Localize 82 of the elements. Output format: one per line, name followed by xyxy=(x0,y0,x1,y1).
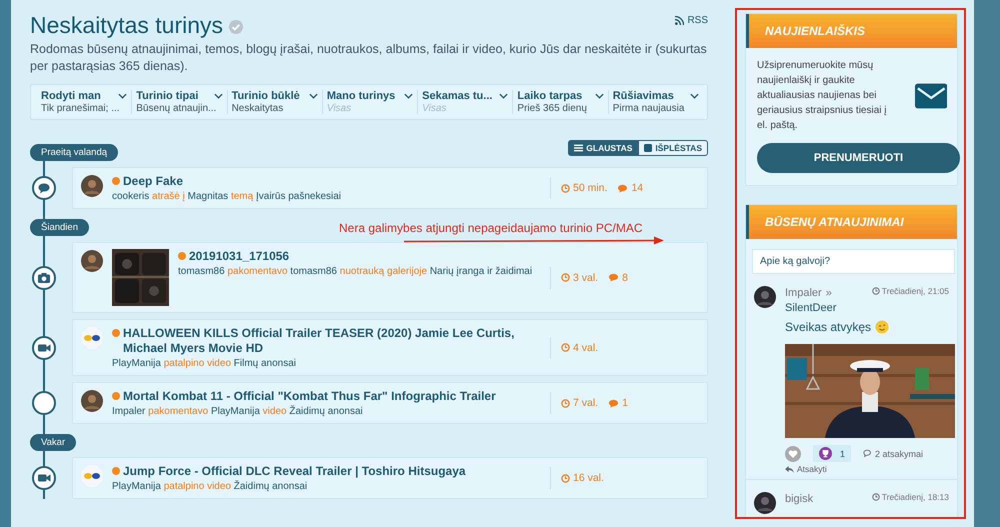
clock-icon xyxy=(872,493,880,501)
speech-bubble-icon xyxy=(617,184,628,192)
unread-dot xyxy=(178,252,186,260)
square-icon xyxy=(644,144,652,152)
unread-dot xyxy=(112,329,120,337)
item-meta: PlayManija patalpino video Filmų anonsai xyxy=(112,358,298,369)
reply-link[interactable]: Atsakyti xyxy=(785,464,949,474)
envelope-icon xyxy=(914,82,947,108)
time-group-label: Šiandien xyxy=(30,219,89,236)
clock-icon xyxy=(561,343,570,352)
post-author-link[interactable]: Impaler xyxy=(785,287,822,299)
item-meta: cookeris atrašė į Magnitas temą Įvairūs pašnekesiai xyxy=(112,191,342,202)
reaction-count[interactable]: 1 xyxy=(813,445,852,462)
unread-dot xyxy=(112,177,120,185)
item-time: 50 min. xyxy=(561,182,608,194)
trophy-icon xyxy=(819,447,832,460)
page-title: Neskaitytas turinys xyxy=(30,12,224,39)
caret-icon xyxy=(118,93,128,99)
filter-dropdown[interactable]: Turinio būklė Neskaitytas xyxy=(226,90,322,114)
item-meta: Impaler pakomentavo PlayManija video Žaidimų anonsai xyxy=(112,406,364,417)
widget-header: BŪSENŲ ATNAUJINIMAI xyxy=(746,205,957,239)
check-icon xyxy=(229,20,244,34)
caret-icon xyxy=(404,93,414,99)
wink-emoji-icon xyxy=(875,320,890,334)
post-author-link[interactable]: bigisk xyxy=(785,493,814,505)
post-time: Trečiadienį, 18:13 xyxy=(872,492,949,502)
item-title-link[interactable]: Deep Fake xyxy=(123,174,184,189)
avatar xyxy=(754,286,776,308)
reply-arrow-icon xyxy=(785,466,794,472)
caret-icon xyxy=(594,93,604,99)
speech-bubble-icon xyxy=(608,273,620,282)
filter-dropdown[interactable]: Turinio tipai Būsenų atnaujin... xyxy=(131,90,227,114)
post-target-link[interactable]: SilentDeer xyxy=(785,301,865,316)
caret-icon xyxy=(690,93,699,99)
status-input-field[interactable]: Apie ką galvoji? xyxy=(752,249,955,274)
filter-dropdown[interactable]: Mano turinys Visas xyxy=(322,90,418,114)
caret-icon xyxy=(499,93,508,99)
filter-dropdown[interactable]: Laiko tarpas Prieš 365 dienų xyxy=(512,90,608,114)
speech-bubble-icon xyxy=(608,398,620,408)
post-time: Trečiadienį, 21:05 xyxy=(872,286,949,296)
clock-icon xyxy=(561,273,570,282)
newsletter-text: Užsiprenumeruokite mūsų naujienlaiškį ir gaukite aktualiausias naujienas bei geriausius straipsnius tiesiai į el. paštą. xyxy=(757,59,888,133)
view-toggle-button[interactable]: GLAUSTAS xyxy=(568,140,638,156)
filter-dropdown[interactable]: Rodyti man Tik pranešimai; ... xyxy=(37,90,132,114)
caret-icon xyxy=(214,93,223,99)
filter-dropdown[interactable]: Rūšiavimas Pirma naujausia xyxy=(608,90,703,114)
time-group-label: Vakar xyxy=(30,434,76,451)
subscribe-button[interactable]: PRENUMERUOTI xyxy=(757,143,960,173)
rss-icon xyxy=(675,16,684,25)
list-icon xyxy=(574,144,584,152)
comment-count: 14 xyxy=(617,182,644,194)
speech-bubble-icon xyxy=(863,449,874,458)
clock-icon xyxy=(561,184,570,192)
item-title-link[interactable]: Jump Force - Official DLC Reveal Trailer | Toshiro Hitsugaya xyxy=(123,464,466,479)
avatar xyxy=(754,492,776,514)
comment-count: 1 xyxy=(608,397,628,409)
comment-count: 8 xyxy=(608,272,628,284)
item-meta: PlayManija patalpino video Žaidimų anonsai xyxy=(112,481,308,492)
view-toggle-button[interactable]: IŠPLĖSTAS xyxy=(638,140,708,156)
item-title-link[interactable]: Mortal Kombat 11 - Official "Kombat Thus Far" Infographic Trailer xyxy=(123,389,496,404)
time-group-label: Praeitą valandą xyxy=(30,144,118,161)
item-time: 4 val. xyxy=(561,342,598,354)
rss-link[interactable]: RSS xyxy=(675,15,708,26)
annotation-text: Nera galimybes atjungti nepageidaujamo turinio PC/MAC xyxy=(339,221,644,235)
widget-header: NAUJIENLAIŠKIS xyxy=(746,14,957,48)
filter-dropdown[interactable]: Sekamas tu... Visas xyxy=(417,90,512,114)
item-time: 7 val. xyxy=(561,397,598,409)
item-title-link[interactable]: 20191031_171056 xyxy=(189,249,290,264)
caret-icon xyxy=(308,93,318,99)
clock-icon xyxy=(872,287,880,295)
unread-dot xyxy=(112,392,120,400)
clock-icon xyxy=(561,398,570,408)
page-description: Rodomas būsenų atnaujinimai, temos, blogų įrašai, nuotraukos, albums, failai ir video, kurio Jūs dar neskaitėte ir (sukurtas per pastarąsias 365 dienas). xyxy=(30,41,708,75)
arrow-separator: » xyxy=(826,287,832,299)
status-text: Sveikas atvykęs xyxy=(785,320,872,334)
item-time: 3 val. xyxy=(561,272,598,284)
unread-dot xyxy=(112,467,120,475)
replies-count[interactable]: 2 atsakymai xyxy=(863,448,924,458)
item-meta: tomasm86 pakomentavo tomasm86 nuotrauką galerijoje Narių įranga ir žaidimai xyxy=(178,266,534,277)
clock-icon xyxy=(561,474,570,482)
item-time: 16 val. xyxy=(561,472,604,484)
item-title-link[interactable]: HALLOWEEN KILLS Official Trailer TEASER (2020) Jamie Lee Curtis, Michael Myers Movie HD xyxy=(123,326,541,356)
